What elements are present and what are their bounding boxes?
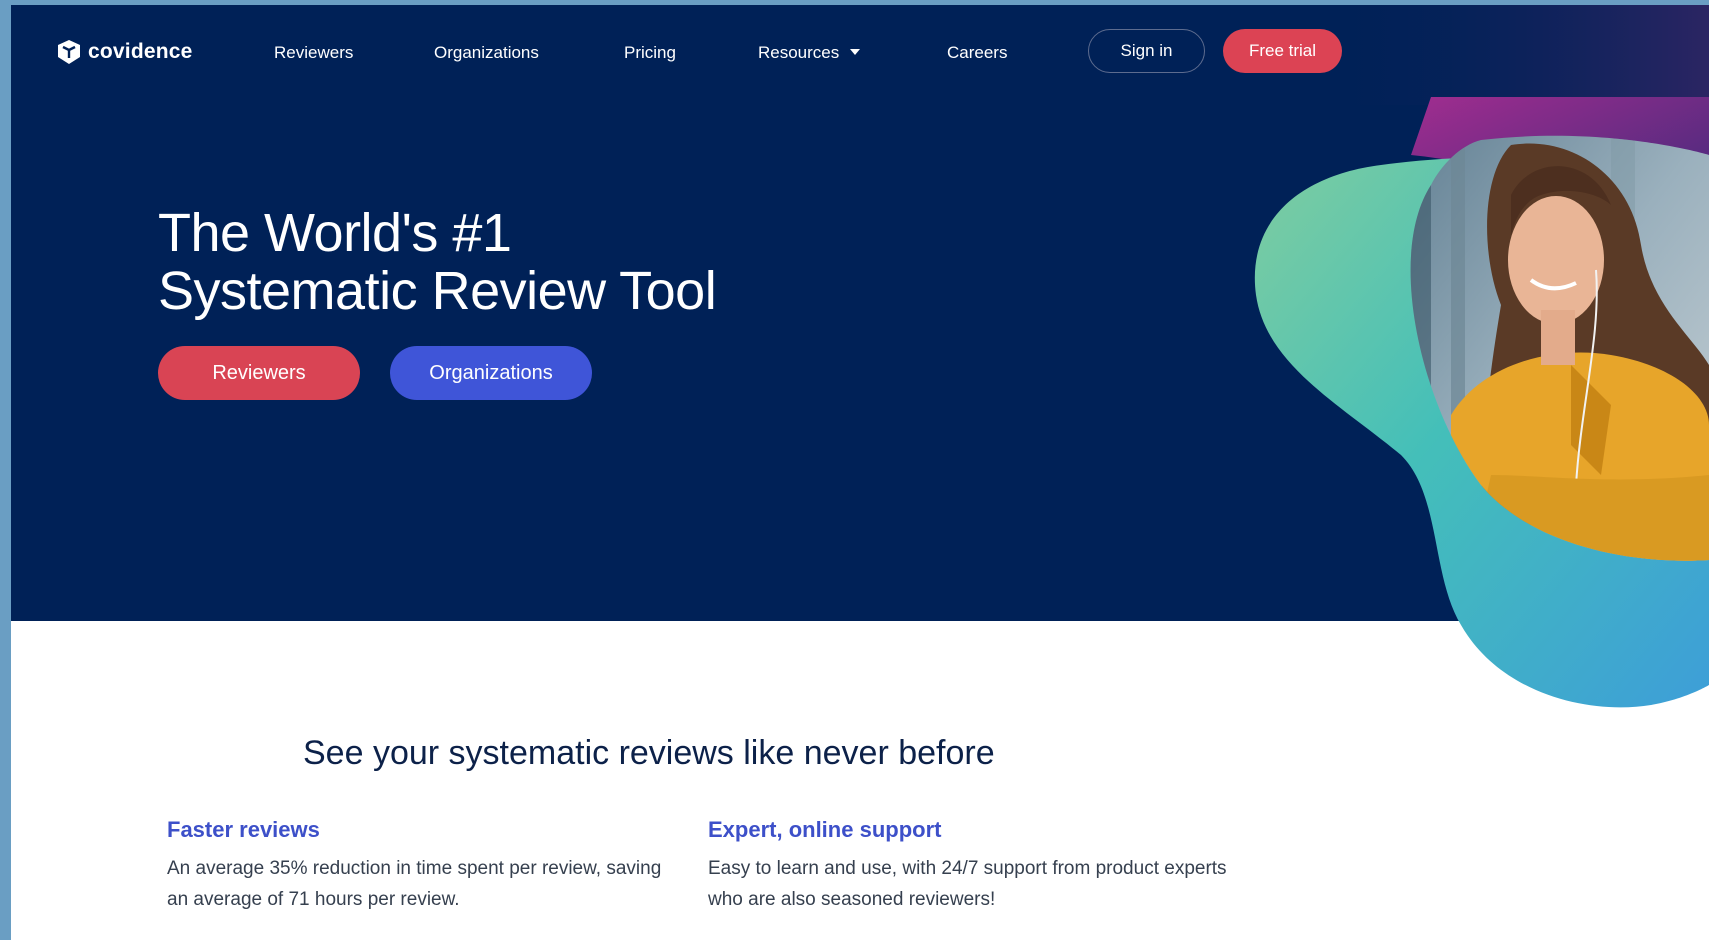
organizations-cta-button[interactable]: Organizations — [390, 346, 592, 400]
sign-in-button[interactable]: Sign in — [1088, 29, 1205, 73]
nav-link-resources-label: Resources — [758, 43, 840, 62]
nav-link-organizations[interactable]: Organizations — [434, 43, 539, 63]
nav-gradient-corner — [1311, 5, 1709, 105]
feature-title: Faster reviews — [167, 817, 320, 842]
chevron-down-icon — [850, 49, 861, 55]
nav-link-careers[interactable]: Careers — [947, 43, 1007, 63]
feature-faster-reviews: Faster reviews An average 35% reduction … — [167, 817, 687, 915]
feature-expert-support: Expert, online support Easy to learn and… — [708, 817, 1228, 915]
covidence-logo-icon — [58, 40, 80, 64]
feature-title: Expert, online support — [708, 817, 942, 842]
feature-text: Easy to learn and use, with 24/7 support… — [708, 858, 1227, 910]
reviewers-cta-button[interactable]: Reviewers — [158, 346, 360, 400]
nav-link-reviewers[interactable]: Reviewers — [274, 43, 353, 63]
nav-link-pricing[interactable]: Pricing — [624, 43, 676, 63]
hero-title-line2: Systematic Review Tool — [158, 261, 717, 321]
brand-name: covidence — [88, 40, 193, 63]
hero-title-line1: The World's #1 — [158, 203, 512, 263]
section-heading: See your systematic reviews like never b… — [303, 734, 995, 772]
free-trial-button[interactable]: Free trial — [1223, 29, 1342, 73]
nav-link-resources[interactable]: Resources — [758, 43, 861, 63]
page: covidence Reviewers Organizations Pricin… — [11, 5, 1709, 940]
hero-illustration — [1254, 5, 1709, 708]
covidence-logo[interactable]: covidence — [56, 35, 193, 69]
hero-title: The World's #1 Systematic Review Tool — [158, 203, 717, 321]
feature-text: An average 35% reduction in time spent p… — [167, 858, 662, 910]
